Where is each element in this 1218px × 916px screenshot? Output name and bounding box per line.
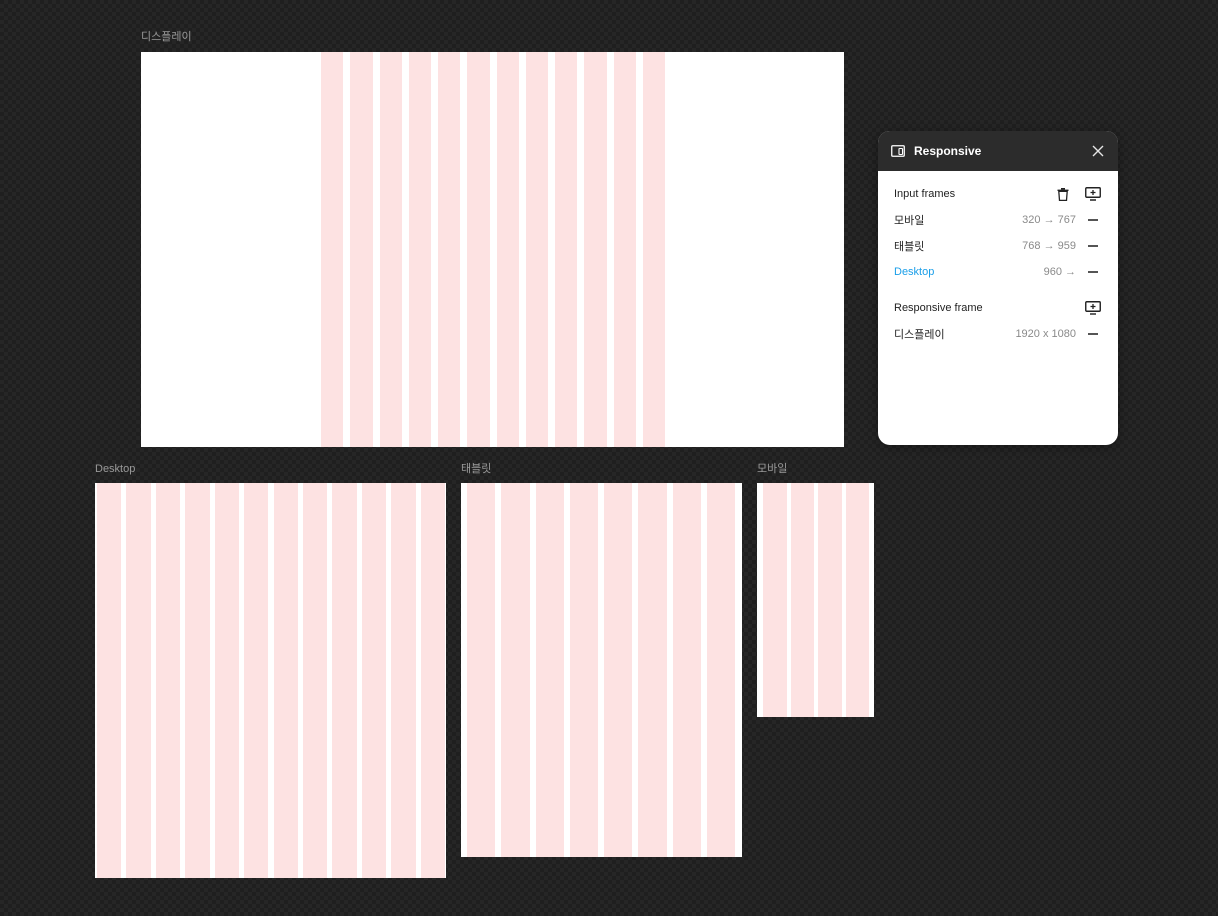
frame-label-display[interactable]: 디스플레이 xyxy=(141,31,192,43)
responsive-frame-title: Responsive frame xyxy=(894,302,983,314)
minus-icon xyxy=(1088,271,1098,273)
layout-grid-column xyxy=(273,483,298,878)
layout-grid-column xyxy=(638,483,667,857)
minus-icon xyxy=(1088,219,1098,221)
layout-grid-column xyxy=(763,483,787,717)
add-frame-icon xyxy=(1085,187,1101,201)
add-frame-icon xyxy=(1085,301,1101,315)
remove-input-frame-button[interactable] xyxy=(1084,237,1102,255)
minus-icon xyxy=(1088,245,1098,247)
close-icon xyxy=(1092,145,1104,157)
frame-display[interactable] xyxy=(141,52,844,447)
layout-grid-mobile xyxy=(763,483,869,717)
frame-label-mobile[interactable]: 모바일 xyxy=(757,463,787,475)
input-frames-title: Input frames xyxy=(894,188,956,200)
delete-frames-button[interactable] xyxy=(1054,185,1072,203)
add-responsive-frame-button[interactable] xyxy=(1084,299,1102,317)
layout-grid-column xyxy=(126,483,151,878)
layout-grid-column xyxy=(613,52,636,447)
remove-input-frame-button[interactable] xyxy=(1084,211,1102,229)
layout-grid-column xyxy=(584,52,607,447)
remove-responsive-frame-button[interactable] xyxy=(1084,325,1102,343)
input-frame-row[interactable]: 태블릿 768 → 959 xyxy=(894,233,1102,259)
layout-grid-column xyxy=(706,483,735,857)
layout-grid-column xyxy=(332,483,357,878)
layout-grid-column xyxy=(185,483,210,878)
layout-grid-column xyxy=(642,52,665,447)
frame-label-desktop[interactable]: Desktop xyxy=(95,463,135,475)
layout-grid-tablet xyxy=(467,483,735,857)
layout-grid-desktop xyxy=(97,483,445,878)
layout-grid-column xyxy=(525,52,548,447)
responsive-frame-header: Responsive frame xyxy=(894,295,1102,321)
add-input-frame-button[interactable] xyxy=(1084,185,1102,203)
layout-grid-column xyxy=(496,52,519,447)
layout-grid-column xyxy=(244,483,269,878)
layout-grid-column xyxy=(420,483,445,878)
frame-desktop[interactable] xyxy=(95,483,446,878)
layout-grid-column xyxy=(790,483,814,717)
responsive-frame-size: 1920 x 1080 xyxy=(1015,328,1076,340)
responsive-frame-row[interactable]: 디스플레이 1920 x 1080 xyxy=(894,321,1102,347)
layout-grid-column xyxy=(535,483,564,857)
layout-grid-column xyxy=(350,52,373,447)
input-frame-row[interactable]: 모바일 320 → 767 xyxy=(894,207,1102,233)
layout-grid-column xyxy=(467,52,490,447)
layout-grid-column xyxy=(302,483,328,878)
panel-header: Responsive xyxy=(878,131,1118,171)
trash-icon xyxy=(1057,187,1069,201)
frame-tablet[interactable] xyxy=(461,483,742,857)
responsive-frame-name: 디스플레이 xyxy=(894,329,945,341)
layout-grid-column xyxy=(379,52,402,447)
layout-grid-column xyxy=(408,52,431,447)
close-button[interactable] xyxy=(1090,143,1106,159)
input-frame-range: 768 → 959 xyxy=(1022,240,1076,252)
layout-grid-column xyxy=(321,52,344,447)
layout-grid-column xyxy=(214,483,240,878)
input-frames-header: Input frames xyxy=(894,181,1102,207)
layout-grid-column xyxy=(467,483,496,857)
remove-input-frame-button[interactable] xyxy=(1084,263,1102,281)
layout-grid-column xyxy=(555,52,578,447)
layout-grid-column xyxy=(845,483,869,717)
input-frame-row[interactable]: Desktop 960 → xyxy=(894,259,1102,285)
frame-mobile[interactable] xyxy=(757,483,874,717)
layout-grid-column xyxy=(97,483,122,878)
input-frame-name: 태블릿 xyxy=(894,241,925,253)
layout-grid-column xyxy=(361,483,387,878)
layout-grid-column xyxy=(391,483,416,878)
layout-grid-column xyxy=(604,483,633,857)
layout-grid-column xyxy=(501,483,530,857)
frame-label-tablet[interactable]: 태블릿 xyxy=(461,463,491,475)
layout-grid-column xyxy=(672,483,701,857)
responsive-devices-icon xyxy=(890,143,906,159)
input-frame-range: 320 → 767 xyxy=(1022,214,1076,226)
input-frame-name: Desktop xyxy=(894,266,935,278)
layout-grid-column xyxy=(155,483,181,878)
input-frame-name: 모바일 xyxy=(894,215,925,227)
layout-grid-column xyxy=(569,483,598,857)
responsive-panel: Responsive Input frames 모바일 320 → 767 태블… xyxy=(878,131,1118,445)
panel-title: Responsive xyxy=(914,144,982,158)
layout-grid-column xyxy=(818,483,842,717)
layout-grid-display xyxy=(321,52,665,447)
layout-grid-column xyxy=(438,52,461,447)
minus-icon xyxy=(1088,333,1098,335)
input-frame-range: 960 → xyxy=(1043,266,1076,278)
